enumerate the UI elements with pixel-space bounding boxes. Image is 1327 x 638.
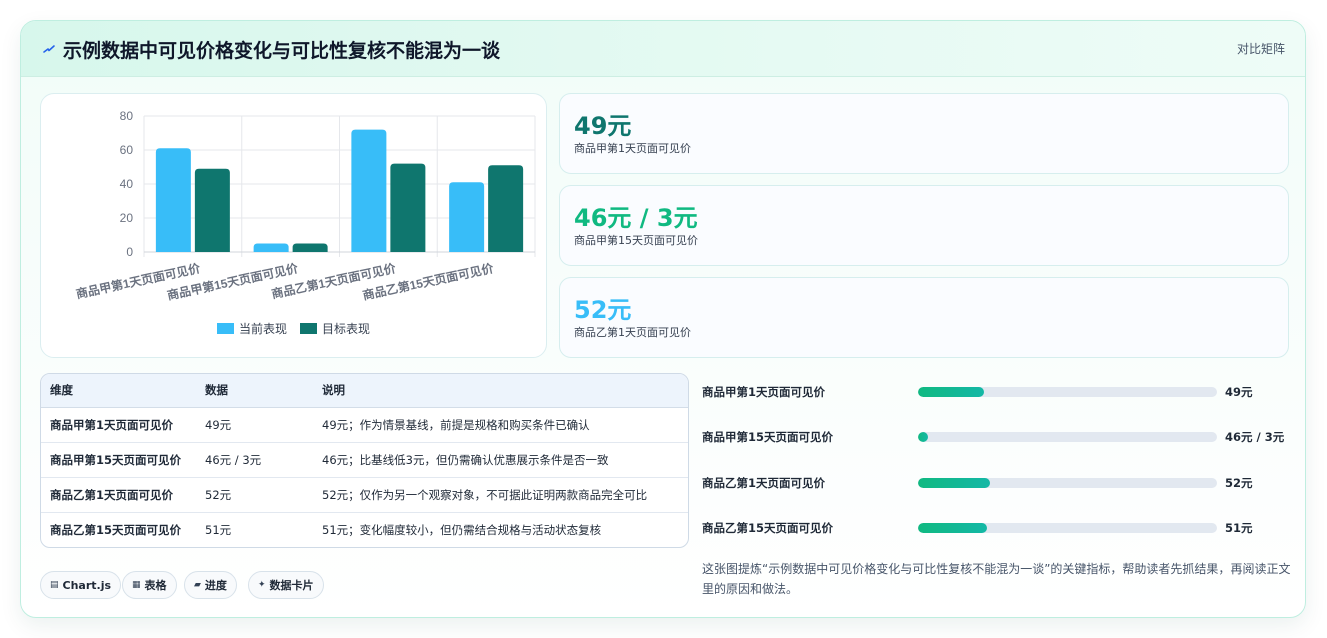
y-tick-label: 20 — [120, 211, 134, 225]
progress-fill — [918, 432, 929, 442]
stat-value: 52元 — [574, 296, 632, 324]
table-header-cell: 维度 — [41, 374, 196, 408]
stat-value: 46元 / 3元 — [574, 204, 698, 232]
progress-track — [918, 387, 1217, 397]
tag-chartjs[interactable]: ▤ Chart.js — [40, 571, 122, 599]
chart-bar — [194, 168, 230, 252]
pill-label: 数据卡片 — [269, 579, 314, 592]
table-cell: 51元 — [205, 522, 232, 537]
pill-label: 表格 — [144, 579, 167, 592]
progress-track — [918, 432, 1217, 442]
stat-label: 商品甲第1天页面可见价 — [574, 142, 691, 155]
page-title: 示例数据中可见价格变化与可比性复核不能混为一谈 — [63, 40, 501, 62]
stat-card-1: 49元 商品甲第1天页面可见价 — [559, 93, 1289, 174]
main-card: 示例数据中可见价格变化与可比性复核不能混为一谈 对比矩阵 0 20 40 60 80 商品… — [20, 20, 1306, 618]
stat-label: 商品甲第15天页面可见价 — [574, 234, 698, 247]
stat-label: 商品乙第1天页面可见价 — [574, 326, 691, 339]
pill-label: 进度 — [204, 579, 227, 592]
y-tick-label: 40 — [120, 177, 134, 191]
progress-value: 52元 — [1225, 476, 1253, 490]
table-row: 商品甲第1天页面可见价 49元 49元；作为情景基线，前提是规格和购买条件已确认 — [41, 407, 688, 443]
progress-fill — [918, 478, 990, 488]
chart-icon: ▤ — [50, 580, 59, 590]
chart-bar — [449, 182, 485, 252]
lightning-icon — [43, 45, 55, 53]
table-header-cell: 说明 — [313, 374, 688, 408]
progress-label: 商品乙第15天页面可见价 — [702, 521, 834, 535]
progress-icon: ▰ — [194, 580, 201, 590]
stat-value: 49元 — [574, 112, 632, 140]
table-cell: 46元 / 3元 — [196, 442, 313, 478]
chart-bar — [292, 243, 328, 252]
legend-label: 目标表现 — [322, 322, 370, 336]
tag-progress[interactable]: ▰ 进度 — [184, 571, 237, 599]
table-cell: 52元；仅作为另一个观察对象，不可据此证明两款商品完全可比 — [313, 477, 688, 513]
stat-card-3: 52元 商品乙第1天页面可见价 — [559, 277, 1289, 358]
bar-chart: 0 20 40 60 80 商品甲第1天页面可见价 商品甲第15天页面可见价 商品乙第1天页面… — [40, 93, 547, 358]
table-cell: 49元；作为情景基线，前提是规格和购买条件已确认 — [313, 407, 688, 443]
table-row: 商品甲第15天页面可见价 46元 / 3元 46元；比基线低3元，但仍需确认优惠… — [41, 442, 688, 478]
y-tick-label: 0 — [126, 245, 133, 259]
table-cell: 商品乙第15天页面可见价 — [50, 522, 182, 537]
legend-swatch — [217, 323, 234, 334]
table-cell: 49元 — [196, 407, 313, 443]
tag-data-cards[interactable]: ✦ 数据卡片 — [248, 571, 324, 599]
chart-bar — [253, 243, 289, 252]
y-tick-label: 80 — [120, 109, 134, 123]
progress-row: 商品乙第15天页面可见价 51元 — [702, 518, 1292, 538]
table-header-cell: 数据 — [196, 374, 313, 408]
table-cell: 商品甲第1天页面可见价 — [41, 407, 196, 443]
progress-value: 49元 — [1225, 385, 1253, 399]
tag-table[interactable]: ▦ 表格 — [122, 571, 177, 599]
progress-track — [918, 523, 1217, 533]
pill-label: Chart.js — [62, 578, 112, 592]
table-icon: ▦ — [132, 580, 141, 590]
progress-track — [918, 478, 1217, 488]
card-header: 示例数据中可见价格变化与可比性复核不能混为一谈 对比矩阵 — [21, 21, 1305, 77]
table-cell: 51元；变化幅度较小，但仍需结合规格与活动状态复核 — [322, 522, 602, 537]
y-tick-label: 60 — [120, 143, 134, 157]
chart-bar — [155, 148, 191, 252]
progress-row: 商品甲第1天页面可见价 49元 — [702, 382, 1292, 402]
sparkle-icon: ✦ — [258, 580, 266, 590]
table-cell: 商品甲第15天页面可见价 — [41, 442, 196, 478]
bar-chart-svg: 020406080商品甲第1天页面可见价商品甲第15天页面可见价商品乙第1天页面… — [74, 109, 536, 336]
table-row: 商品乙第15天页面可见价 51元 51元；变化幅度较小，但仍需结合规格与活动状态… — [41, 512, 688, 547]
progress-fill — [918, 387, 984, 397]
progress-label: 商品甲第1天页面可见价 — [702, 385, 826, 399]
table-cell: 52元 — [196, 477, 313, 513]
table-cell: 46元；比基线低3元，但仍需确认优惠展示条件是否一致 — [313, 442, 688, 478]
chart-bar — [351, 129, 387, 252]
progress-value: 46元 / 3元 — [1225, 430, 1285, 444]
data-table: 维度 数据 说明 商品甲第1天页面可见价 49元 49元；作为情景基线，前提是规… — [40, 373, 689, 548]
legend-swatch — [300, 323, 317, 334]
progress-row: 商品乙第1天页面可见价 52元 — [702, 473, 1292, 493]
progress-fill — [918, 523, 987, 533]
table-row: 商品乙第1天页面可见价 52元 52元；仅作为另一个观察对象，不可据此证明两款商… — [41, 477, 688, 513]
matrix-tag: 对比矩阵 — [1236, 42, 1285, 56]
table-cell: 商品乙第1天页面可见价 — [41, 477, 196, 513]
progress-label: 商品乙第1天页面可见价 — [702, 476, 826, 490]
table-header-row: 维度 数据 说明 — [41, 374, 688, 408]
stat-card-2: 46元 / 3元 商品甲第15天页面可见价 — [559, 185, 1289, 266]
legend-label: 当前表现 — [239, 321, 287, 336]
chart-bar — [390, 163, 426, 252]
progress-label: 商品甲第15天页面可见价 — [702, 430, 834, 444]
chart-bar — [488, 165, 524, 252]
progress-value: 51元 — [1225, 521, 1253, 535]
progress-row: 商品甲第15天页面可见价 46元 / 3元 — [702, 427, 1292, 447]
summary-note: 这张图提炼“示例数据中可见价格变化与可比性复核不能混为一谈”的关键指标，帮助读者… — [702, 562, 1291, 596]
